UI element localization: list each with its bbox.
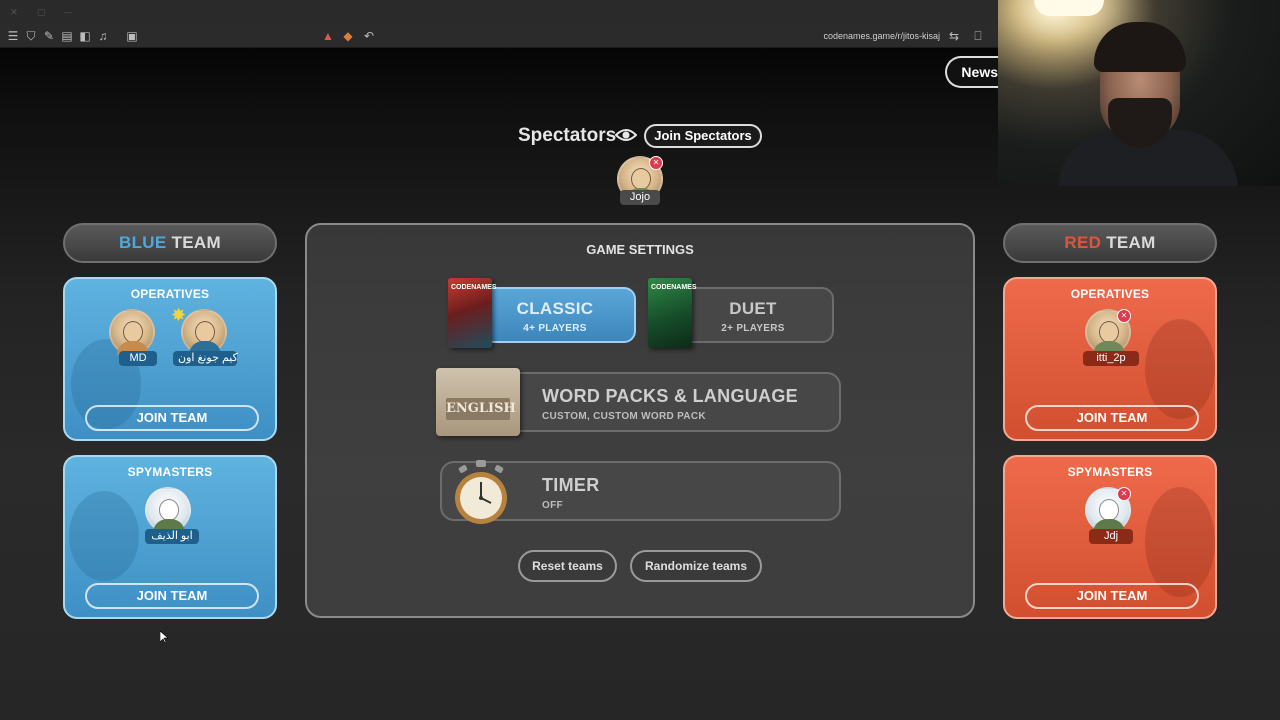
pin-icon[interactable]: ✎: [42, 29, 56, 43]
bookmark-icon[interactable]: ⎕: [971, 29, 985, 43]
eye-icon: [615, 129, 637, 141]
word-packs-sub: CUSTOM, CUSTOM WORD PACK: [542, 411, 706, 422]
randomize-teams-button[interactable]: Randomize teams: [630, 550, 762, 582]
webcam-overlay: [998, 0, 1280, 186]
decorative-agent-image: [1145, 319, 1215, 419]
mode-classic-sub: 4+ PLAYERS: [523, 323, 587, 334]
duet-box-image: CODENAMES: [648, 278, 697, 348]
red-operatives-join-button[interactable]: JOIN TEAM: [1025, 405, 1199, 431]
mouse-cursor-icon: [160, 631, 168, 643]
reload-icon[interactable]: ↶: [362, 29, 376, 43]
avatar-face: [123, 321, 143, 343]
streamer-hair: [1094, 22, 1186, 72]
avatar: ✕: [1085, 309, 1131, 355]
red-operatives-title: OPERATIVES: [1070, 287, 1150, 301]
close-window-icon[interactable]: ✕: [9, 7, 19, 17]
language-card-label: ENGLISH: [446, 398, 516, 420]
blue-team-team-word: TEAM: [171, 233, 221, 252]
decorative-agent-image: [1145, 487, 1215, 597]
avatar: [181, 309, 227, 355]
red-spymasters-join-button[interactable]: JOIN TEAM: [1025, 583, 1199, 609]
avatar-face: [195, 321, 215, 343]
shield-icon[interactable]: ⛉: [24, 29, 38, 43]
mode-classic-button[interactable]: CLASSIC 4+ PLAYERS: [474, 287, 636, 343]
restore-window-icon[interactable]: ▢: [36, 7, 46, 17]
mode-duet-button[interactable]: DUET 2+ PLAYERS: [672, 287, 834, 343]
red-team-team-word: TEAM: [1106, 233, 1156, 252]
red-spymasters-title: SPYMASTERS: [1067, 465, 1153, 479]
red-team-header: RED TEAM: [1003, 223, 1217, 263]
blue-operatives-join-button[interactable]: JOIN TEAM: [85, 405, 259, 431]
avatar: [109, 309, 155, 355]
music-icon[interactable]: ♫: [96, 29, 110, 43]
address-bar[interactable]: codenames.game/r/jitos-kisaj: [823, 29, 940, 43]
share-icon[interactable]: ⇆: [947, 29, 961, 43]
stopwatch-icon: [455, 460, 507, 524]
classic-box-text: CODENAMES: [451, 284, 497, 291]
blue-spymasters-join-button[interactable]: JOIN TEAM: [85, 583, 259, 609]
decorative-agent-image: [69, 491, 139, 581]
player-name-tag: كيم جونغ اون: [173, 351, 238, 366]
duet-box-text: CODENAMES: [651, 284, 697, 291]
player-name-tag: ابو الذيف: [145, 529, 199, 544]
word-packs-title: WORD PACKS & LANGUAGE: [542, 386, 798, 406]
timer-title: TIMER: [542, 475, 600, 495]
blue-operatives-title: OPERATIVES: [130, 287, 210, 301]
blue-operatives-card: OPERATIVES MD ✸ كيم جونغ اون JOIN TEAM: [63, 277, 277, 441]
red-team-color-word: RED: [1064, 233, 1102, 252]
game-settings-title: GAME SETTINGS: [586, 242, 694, 257]
timer-sub: OFF: [542, 500, 563, 511]
blue-team-header: BLUE TEAM: [63, 223, 277, 263]
reset-teams-button[interactable]: Reset teams: [518, 550, 617, 582]
minimize-window-icon[interactable]: —: [63, 7, 73, 17]
avatar: ✕: [1085, 487, 1131, 533]
red-spymasters-card: SPYMASTERS ✕ Jdj JOIN TEAM: [1003, 455, 1217, 619]
blue-spymasters-card: SPYMASTERS ابو الذيف JOIN TEAM: [63, 455, 277, 619]
player-name-tag: MD: [119, 351, 157, 366]
tabs-icon[interactable]: ▤: [60, 29, 74, 43]
spectator-name-tag: Jojo: [620, 190, 660, 205]
avatar-face: [1099, 321, 1119, 343]
sun-icon: ✸: [171, 305, 187, 325]
extension-icon[interactable]: ◆: [341, 29, 355, 43]
blue-team-color-word: BLUE: [119, 233, 167, 252]
mode-classic-name: CLASSIC: [516, 299, 594, 318]
player-name-tag: Jdj: [1089, 529, 1133, 544]
sidebar-icon[interactable]: ◧: [78, 29, 92, 43]
mode-duet-sub: 2+ PLAYERS: [721, 323, 785, 334]
avatar-face: [159, 499, 179, 521]
alert-icon[interactable]: ▲: [321, 29, 335, 43]
mode-duet-name: DUET: [729, 299, 777, 318]
red-operatives-card: OPERATIVES ✕ itti_2p JOIN TEAM: [1003, 277, 1217, 441]
menu-icon[interactable]: ☰: [6, 29, 20, 43]
avatar-face: [631, 168, 651, 190]
player-name-tag: itti_2p: [1083, 351, 1139, 366]
lamp-image: [1034, 0, 1104, 16]
join-spectators-button[interactable]: Join Spectators: [644, 124, 762, 148]
window-icon[interactable]: ▣: [125, 29, 139, 43]
classic-box-image: CODENAMES: [448, 278, 497, 348]
spectators-title: Spectators: [518, 125, 617, 146]
wifi-off-icon: ✕: [1117, 309, 1131, 323]
avatar: [145, 487, 191, 533]
avatar-face: [1099, 499, 1119, 521]
wifi-off-icon: ✕: [1117, 487, 1131, 501]
blue-spymasters-title: SPYMASTERS: [127, 465, 213, 479]
language-card-image: ENGLISH: [436, 368, 520, 436]
wifi-off-icon: ✕: [649, 156, 663, 170]
